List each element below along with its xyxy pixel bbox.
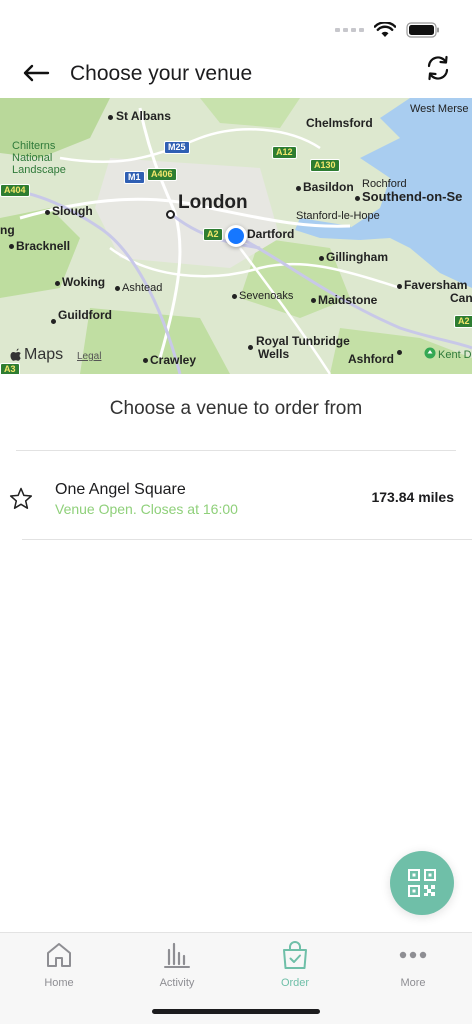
map-label-guildford: Guildford xyxy=(58,308,112,322)
map-label-wells: Wells xyxy=(258,347,290,361)
venue-list-item[interactable]: One Angel Square Venue Open. Closes at 1… xyxy=(0,470,472,532)
map-label-crawley: Crawley xyxy=(150,353,197,367)
map-label-ng: ng xyxy=(0,223,15,237)
map-dot xyxy=(355,196,360,201)
refresh-button[interactable] xyxy=(420,50,456,86)
venue-status: Venue Open. Closes at 16:00 xyxy=(55,501,238,517)
cellular-signal-icon xyxy=(335,28,364,32)
map-label-st-albans: St Albans xyxy=(116,109,171,123)
road-shield-a404: A404 xyxy=(0,184,30,197)
home-indicator xyxy=(152,1009,320,1014)
city-dot xyxy=(166,210,175,219)
apple-icon xyxy=(10,348,21,361)
header: Choose your venue xyxy=(0,50,472,98)
map-dot xyxy=(115,286,120,291)
map-label-ashford: Ashford xyxy=(348,352,394,366)
map-dot xyxy=(232,294,237,299)
shopping-bag-icon xyxy=(283,941,307,969)
tab-activity[interactable]: Activity xyxy=(132,939,222,995)
legal-link[interactable]: Legal xyxy=(77,351,101,362)
refresh-icon xyxy=(427,55,449,81)
map-label-southend: Southend-on-Se xyxy=(362,189,463,204)
tab-label: Activity xyxy=(159,977,195,989)
map-label-ashtead: Ashtead xyxy=(122,282,163,294)
park-pin-icon xyxy=(424,347,436,359)
tab-label: More xyxy=(400,977,426,989)
page-title: Choose your venue xyxy=(70,62,253,85)
divider xyxy=(16,450,456,451)
road-shield-a130: A130 xyxy=(310,159,340,172)
road-shield-a3: A3 xyxy=(0,363,20,374)
map-dot xyxy=(311,298,316,303)
map-dot xyxy=(51,319,56,324)
map-dot xyxy=(248,345,253,350)
status-icons xyxy=(335,22,440,38)
map-label-gillingham: Gillingham xyxy=(326,250,389,264)
map-dot xyxy=(397,350,402,355)
map-label-can: Can xyxy=(450,291,472,305)
tab-order[interactable]: Order xyxy=(250,939,340,995)
divider xyxy=(22,539,472,540)
venue-distance: 173.84 miles xyxy=(371,489,454,505)
tab-label: Home xyxy=(44,977,74,989)
wifi-icon xyxy=(374,22,396,37)
map-dot xyxy=(45,210,50,215)
current-location-marker xyxy=(225,225,247,247)
bar-chart-icon xyxy=(164,942,190,968)
maps-brand-text: Maps xyxy=(24,346,64,363)
map-label-faversham: Faversham xyxy=(404,278,468,292)
map-label-slough: Slough xyxy=(52,204,93,218)
map-label-kent-d: Kent D xyxy=(438,349,472,361)
back-button[interactable] xyxy=(18,58,54,88)
venue-name: One Angel Square xyxy=(55,481,186,498)
qr-scan-button[interactable] xyxy=(390,851,454,915)
map-label-woking: Woking xyxy=(62,275,106,289)
map-label-landscape: Landscape xyxy=(12,164,66,176)
arrow-left-icon xyxy=(23,64,50,82)
road-shield-a2: A2 xyxy=(203,228,223,241)
status-bar xyxy=(0,0,472,50)
star-icon[interactable] xyxy=(8,486,34,512)
map-label-west-mersea: West Merse xyxy=(410,103,469,115)
road-shield-a406: A406 xyxy=(147,168,177,181)
tab-home[interactable]: Home xyxy=(14,939,104,995)
apple-maps-logo: Maps xyxy=(10,346,63,364)
map-dot xyxy=(143,358,148,363)
map-label-bracknell: Bracknell xyxy=(16,239,71,253)
map-label-dartford: Dartford xyxy=(247,227,295,241)
section-title: Choose a venue to order from xyxy=(109,398,363,419)
map-label-basildon: Basildon xyxy=(303,180,354,194)
map-dot xyxy=(55,281,60,286)
road-shield-m25: M25 xyxy=(164,141,190,154)
road-shield-a2: A2 xyxy=(454,315,472,328)
map-label-royal-tunbridge: Royal Tunbridge xyxy=(256,334,350,348)
venue-map[interactable]: St Albans Chelmsford West Merse Chiltern… xyxy=(0,98,472,374)
home-icon xyxy=(47,943,71,967)
map-dot xyxy=(319,256,324,261)
map-label-sevenoaks: Sevenoaks xyxy=(239,290,294,302)
map-label-maidstone: Maidstone xyxy=(318,293,378,307)
map-dot xyxy=(397,284,402,289)
map-label-stanford: Stanford-le-Hope xyxy=(296,210,380,222)
road-shield-a12: A12 xyxy=(272,146,297,159)
map-dot xyxy=(9,244,14,249)
more-dots-icon xyxy=(399,951,427,959)
qr-code-icon xyxy=(408,869,436,897)
map-dot xyxy=(296,186,301,191)
map-label-london: London xyxy=(178,192,248,213)
battery-icon xyxy=(406,22,439,38)
tab-more[interactable]: More xyxy=(368,939,458,995)
road-shield-m1: M1 xyxy=(124,171,145,184)
map-label-chelmsford: Chelmsford xyxy=(306,116,373,130)
tab-label: Order xyxy=(280,977,310,989)
map-dot xyxy=(108,115,113,120)
